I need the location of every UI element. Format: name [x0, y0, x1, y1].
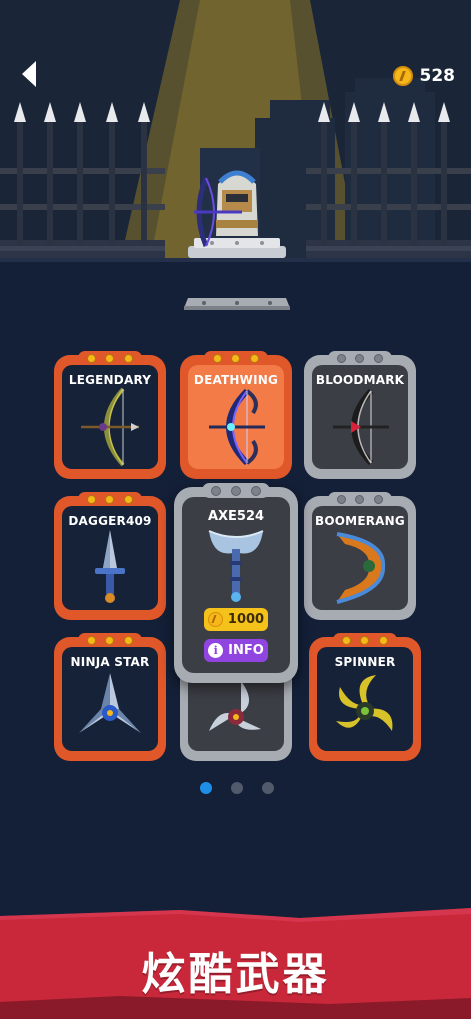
fence-post: [17, 122, 23, 246]
shuriken-icon: [79, 673, 141, 733]
dagger-icon: [95, 530, 125, 603]
fence-left: [14, 102, 150, 246]
weapon-card-bloodmark[interactable]: BLOODMARK: [304, 351, 416, 479]
fence-post: [141, 122, 147, 246]
coin-icon: [392, 66, 413, 86]
fence-spike: [44, 102, 56, 122]
card-tabs: [328, 351, 392, 365]
display-plinth: [184, 298, 290, 310]
arena-scene: [0, 0, 471, 262]
weapon-detail-popup[interactable]: AXE524 1000 i INFO: [174, 483, 298, 683]
weapon-card-spinner[interactable]: SPINNER: [309, 633, 421, 761]
weapon-name: DEATHWING: [193, 373, 279, 387]
shuriken-icon: [209, 681, 261, 731]
fence-post: [109, 122, 115, 246]
pagination-dots: [200, 782, 274, 794]
weapon-name: BOOMERANG: [315, 514, 405, 528]
fence-spike: [318, 102, 330, 122]
weapon-name: SPINNER: [334, 655, 396, 669]
back-arrow-icon: [22, 61, 36, 87]
coin-balance: 528: [392, 66, 456, 86]
fence-post: [351, 122, 357, 246]
fence-spike: [438, 102, 450, 122]
info-icon: i: [208, 643, 224, 658]
fence-right: [318, 102, 450, 246]
price-label: 1000: [227, 612, 265, 627]
fence-spike: [106, 102, 118, 122]
weapon-name: DAGGER409: [68, 514, 152, 528]
banner-title: 炫酷武器: [141, 949, 330, 1000]
bow-icon: [81, 387, 139, 467]
weapon-name: NINJA STAR: [70, 655, 150, 669]
fence-post: [411, 122, 417, 246]
fence-post: [47, 122, 53, 246]
weapon-card-deathwing[interactable]: DEATHWING: [180, 351, 292, 479]
coin-icon: [207, 612, 223, 627]
weapon-name: LEGENDARY: [68, 373, 152, 387]
spinner-icon: [336, 675, 393, 731]
buy-button[interactable]: 1000: [204, 608, 268, 631]
card-tabs: [78, 351, 142, 365]
knight-character: [188, 170, 286, 258]
bow-icon: [209, 388, 265, 466]
fence-post: [441, 122, 447, 246]
fence-spike: [378, 102, 390, 122]
info-label: INFO: [228, 643, 264, 658]
weapon-card-boomerang[interactable]: BOOMERANG: [304, 492, 416, 620]
weapon-card-dagger409[interactable]: DAGGER409: [54, 492, 166, 620]
fence-post: [77, 122, 83, 246]
fence-post: [381, 122, 387, 246]
fence-spike: [138, 102, 150, 122]
page-dot-2[interactable]: [231, 782, 243, 794]
fence-post: [321, 122, 327, 246]
popup-tabs: [202, 483, 270, 498]
back-button[interactable]: [16, 58, 42, 90]
card-tabs: [328, 492, 392, 506]
coin-count: 528: [419, 66, 456, 86]
card-tabs: [78, 492, 142, 506]
card-tabs: [78, 633, 142, 647]
fence-spike: [348, 102, 360, 122]
fence-spike: [74, 102, 86, 122]
weapon-card-legendary[interactable]: LEGENDARY: [54, 351, 166, 479]
fence-spike: [14, 102, 26, 122]
card-tabs: [204, 351, 268, 365]
weapon-name: BLOODMARK: [315, 373, 405, 387]
page-dot-3[interactable]: [262, 782, 274, 794]
card-tabs: [333, 633, 397, 647]
fence-spike: [408, 102, 420, 122]
axe-icon: [208, 530, 264, 602]
info-button[interactable]: i INFO: [204, 639, 268, 662]
boomerang-icon: [336, 532, 386, 604]
popup-weapon-name: AXE524: [207, 509, 265, 524]
page-dot-1[interactable]: [200, 782, 212, 794]
bow-icon: [333, 388, 389, 466]
weapon-card-ninja-star[interactable]: NINJA STAR: [54, 633, 166, 761]
